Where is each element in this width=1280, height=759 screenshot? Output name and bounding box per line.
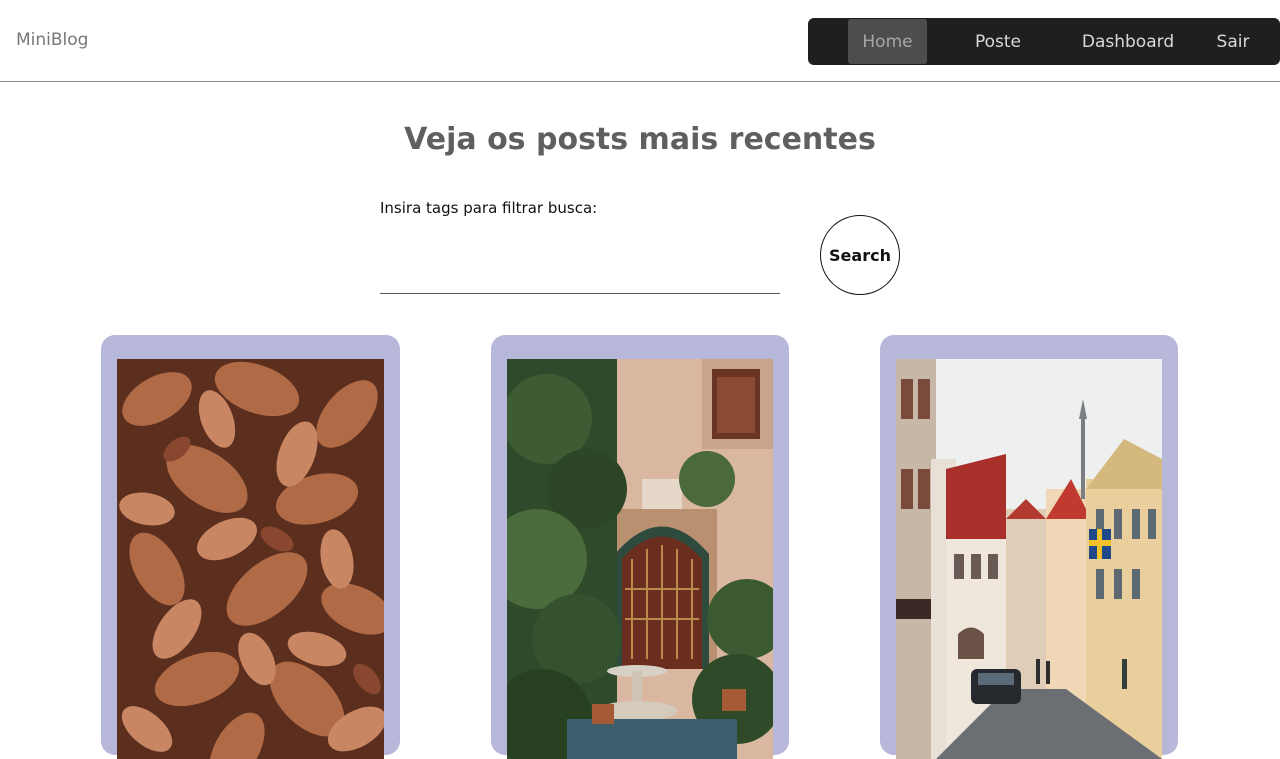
- courtyard-garden-photo: [507, 359, 773, 759]
- navbar: MiniBlog Home Poste Dashboard Sair: [0, 0, 1280, 82]
- nav-link-sair[interactable]: Sair: [1206, 18, 1260, 65]
- post-card[interactable]: [491, 335, 789, 759]
- search-button[interactable]: Search: [820, 215, 900, 295]
- post-card[interactable]: [101, 335, 400, 759]
- search-label: Insira tags para filtrar busca:: [380, 199, 598, 217]
- post-image[interactable]: [507, 359, 773, 759]
- post-card[interactable]: [880, 335, 1178, 759]
- brand-logo[interactable]: MiniBlog: [16, 30, 88, 50]
- nav-link-poste[interactable]: Poste: [954, 18, 1042, 65]
- post-image[interactable]: [117, 359, 384, 759]
- autumn-leaves-photo: [117, 359, 384, 759]
- old-town-street-photo: [896, 359, 1162, 759]
- nav-link-dashboard[interactable]: Dashboard: [1072, 18, 1184, 65]
- search-input[interactable]: [380, 240, 780, 294]
- nav-links: Home Poste Dashboard Sair: [808, 18, 1280, 65]
- nav-link-home[interactable]: Home: [848, 19, 927, 64]
- post-image[interactable]: [896, 359, 1162, 759]
- page-title: Veja os posts mais recentes: [404, 122, 876, 157]
